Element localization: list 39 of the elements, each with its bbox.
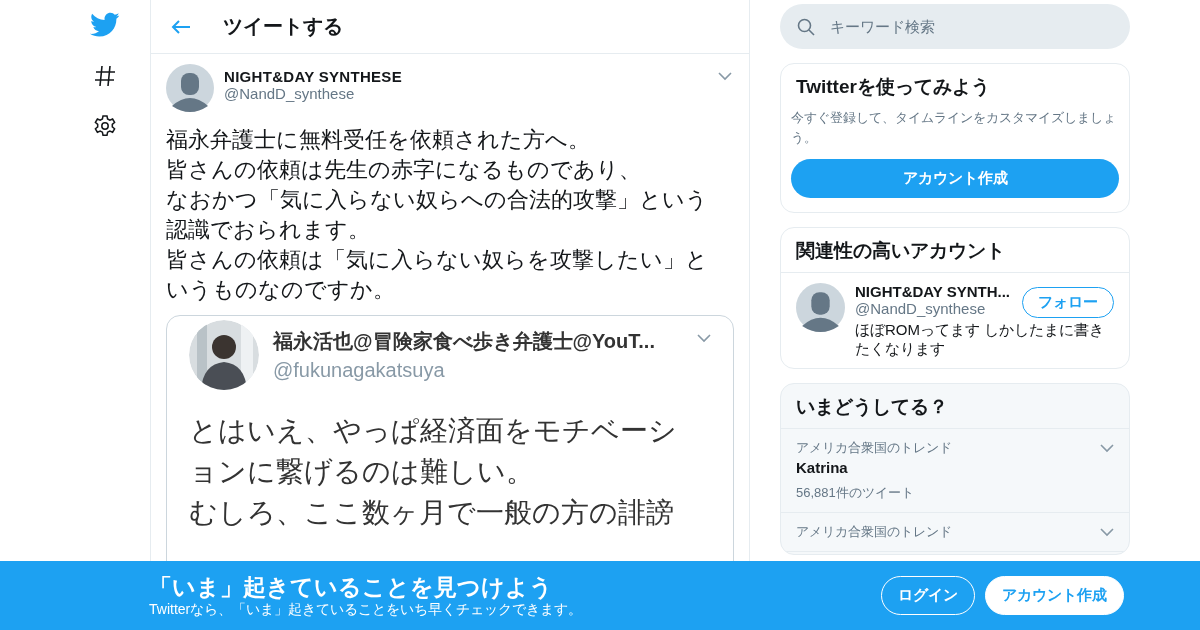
bird-logo-icon[interactable] [90, 12, 120, 38]
signup-button[interactable]: アカウント作成 [791, 159, 1119, 198]
user-name[interactable]: NIGHT&DAY SYNTH... [855, 283, 1014, 300]
tweet-text-line: とはいえ、やっぱ経済面をモチベーシ [189, 414, 677, 448]
card-description: 今すぐ登録して、タイムラインをカスタマイズしましょう。 [791, 109, 1117, 147]
user-bio: ほぼROMってます しかしたまに書きたくなります [855, 320, 1106, 358]
tweet-text-paragraph: なおかつ「気に入らない奴らへの合法的攻撃」という認識でおられます。 [166, 186, 709, 244]
chevron-icon[interactable] [1100, 443, 1114, 453]
back-arrow-icon[interactable] [171, 18, 191, 35]
chevron-icon[interactable] [718, 72, 732, 81]
user-name[interactable]: NIGHT&DAY SYNTHESE [224, 68, 708, 85]
hashtag-icon[interactable] [93, 64, 117, 88]
tweet-text-line: むしろ、ここ数ヶ月で一般の方の誹謗 [189, 496, 674, 530]
search-field[interactable]: キーワード検索 [780, 4, 1130, 49]
signup-button[interactable]: アカウント作成 [985, 576, 1124, 615]
tweet-text-paragraph: 皆さんの依頼は「気に入らない奴らを攻撃したい」というものなのですか。 [166, 246, 709, 304]
chevron-icon[interactable] [697, 334, 711, 343]
trend-count: 56,881件のツイート [796, 484, 915, 502]
trend-context: アメリカ合衆国のトレンド [796, 439, 952, 457]
trend-name[interactable]: Katrina [796, 459, 1114, 476]
user-handle[interactable]: @NandD_synthese [224, 85, 708, 102]
card-title: 関連性の高いアカウント [781, 228, 1129, 273]
trend-context: アメリカ合衆国のトレンド [796, 523, 952, 541]
avatar-icon [166, 64, 214, 112]
avatar-icon [796, 283, 845, 332]
user-handle: @fukunagakatsuya [273, 359, 446, 382]
tweet-text-line: ョンに繋げるのは難しい。 [189, 455, 534, 489]
tweet-text-paragraph: 皆さんの依頼は先生の赤字になるものであり、 [166, 156, 642, 184]
user-name: 福永活也@冒険家食べ歩き弁護士@YouT... [273, 329, 656, 354]
card-title: いまどうしてる？ [781, 384, 1129, 429]
settings-icon[interactable] [93, 114, 117, 138]
follow-button[interactable]: フォロー [1022, 287, 1114, 318]
chevron-icon[interactable] [1100, 527, 1114, 537]
page-title: ツイートする [223, 14, 343, 39]
user-handle[interactable]: @NandD_synthese [855, 300, 1014, 317]
banner-title: 「いま」起きていることを見つけよう [149, 572, 554, 601]
card-title: Twitterを使ってみよう [795, 75, 991, 99]
banner-subtitle: Twitterなら、「いま」起きていることをいち早くチェックできます。 [149, 600, 584, 619]
tweet-text-paragraph: 福永弁護士に無料受任を依頼された方へ。 [166, 126, 591, 154]
